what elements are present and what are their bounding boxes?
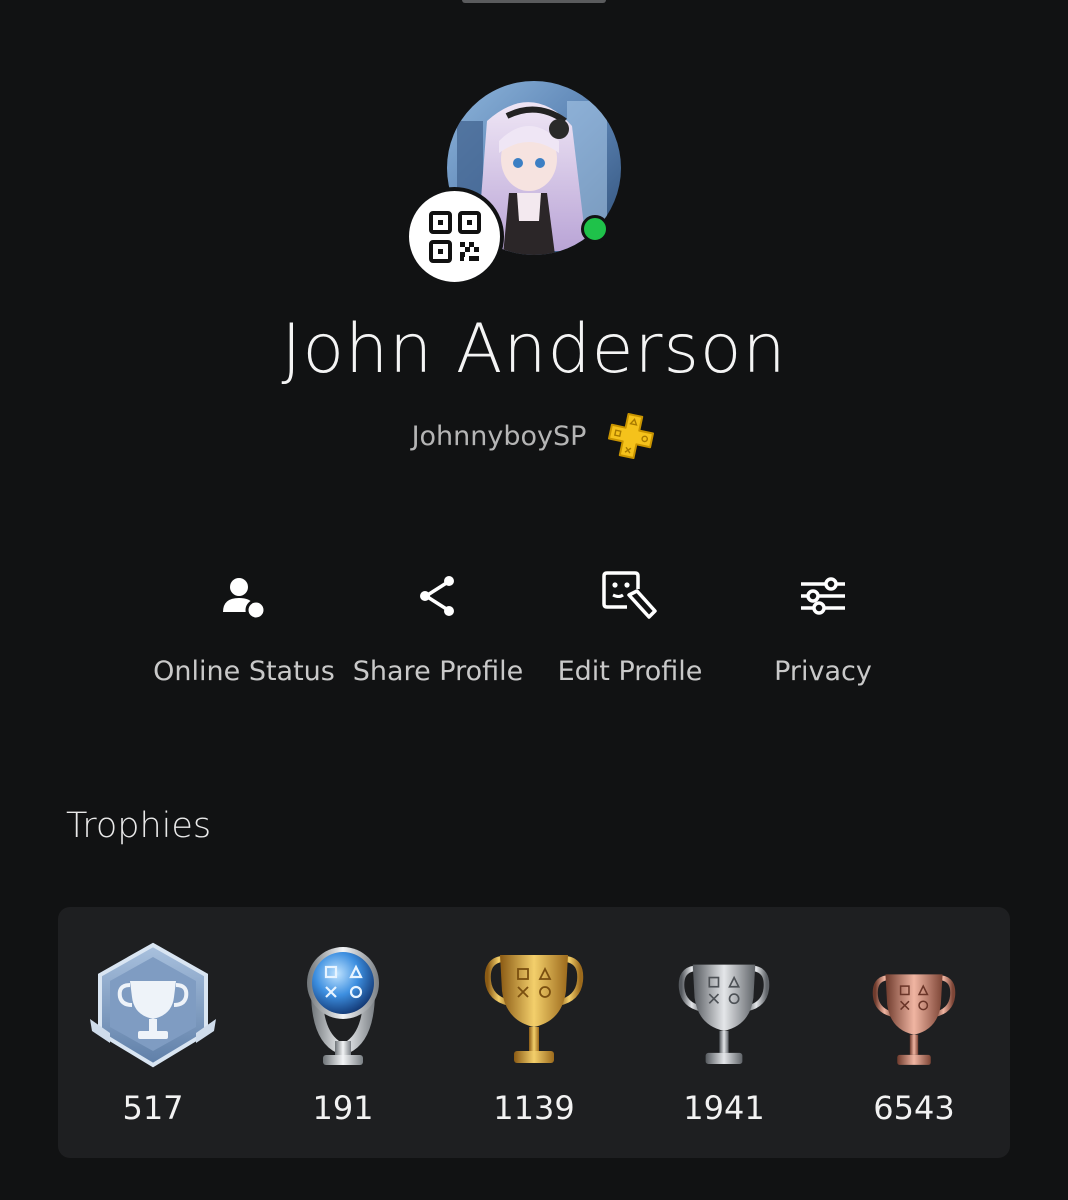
display-name: John Anderson [281,310,787,389]
online-status-button[interactable]: Online Status [144,560,344,700]
trophy-silver[interactable]: 1941 [634,935,814,1145]
qr-code-icon [428,210,481,263]
privacy-sliders-icon [801,577,845,615]
edit-profile-label: Edit Profile [557,656,703,687]
trophy-gold[interactable]: 1139 [444,935,624,1145]
trophies-heading: Trophies [66,806,212,846]
trophy-summary-card[interactable]: 517 191 1139 1941 6543 [58,907,1010,1158]
trophy-bronze[interactable]: 6543 [824,935,1004,1145]
online-id: JohnnyboySP [411,420,587,452]
silver-trophy-count: 1941 [683,1089,765,1127]
edit-profile-button[interactable]: Edit Profile [530,560,730,700]
online-status-icon [223,578,267,621]
gold-trophy-icon [484,955,584,1063]
share-icon [420,576,454,616]
bronze-trophy-icon [872,974,956,1065]
edit-profile-icon [602,571,657,619]
online-status-indicator [581,215,609,243]
qr-code-button[interactable] [405,187,504,286]
privacy-label: Privacy [774,656,872,687]
gold-trophy-count: 1139 [493,1089,575,1127]
silver-trophy-icon [678,964,770,1064]
online-id-row: JohnnyboySP [0,408,1068,464]
trophy-level-icon [90,942,216,1068]
trophy-level-count: 517 [122,1089,184,1127]
bronze-trophy-count: 6543 [873,1089,955,1127]
share-profile-label: Share Profile [352,656,524,687]
platinum-trophy-icon [307,947,379,1065]
trophy-platinum[interactable]: 191 [253,935,433,1145]
sheet-handle[interactable] [462,0,606,3]
privacy-button[interactable]: Privacy [723,560,923,700]
playstation-plus-icon [608,413,655,459]
platinum-trophy-count: 191 [312,1089,374,1127]
share-profile-button[interactable]: Share Profile [338,560,538,700]
online-status-label: Online Status [153,656,335,687]
trophy-level[interactable]: 517 [63,935,243,1145]
profile-actions: Online Status Share Profile Edit Profile… [0,560,1068,700]
